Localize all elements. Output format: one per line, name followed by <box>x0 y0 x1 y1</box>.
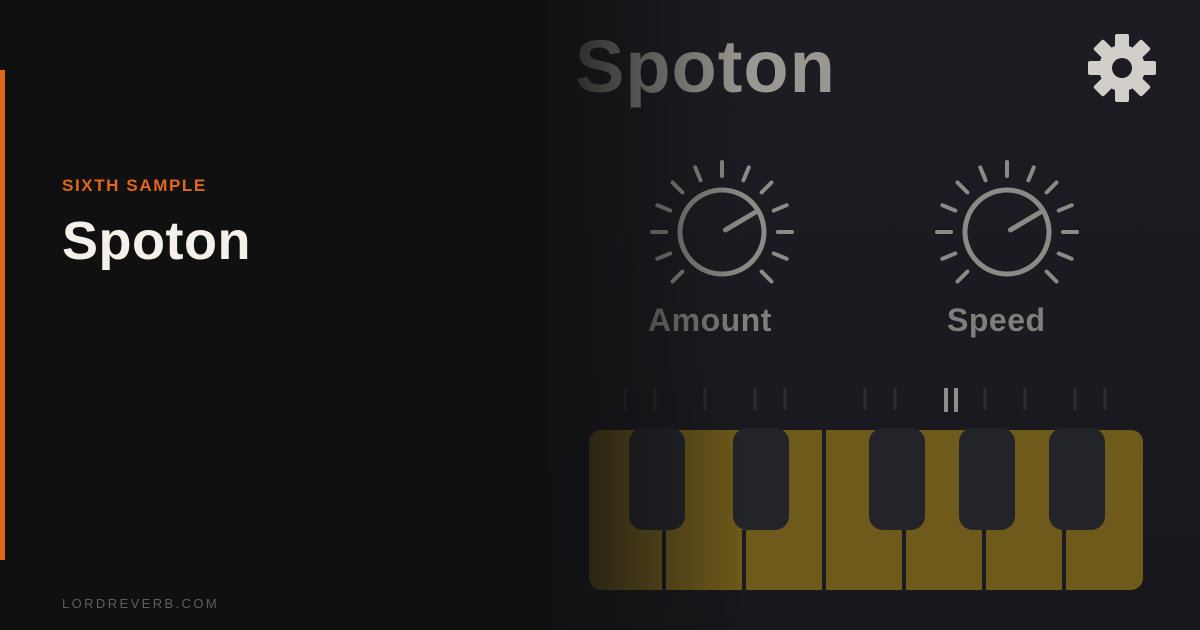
active-key-marker <box>944 388 958 412</box>
knob-tick <box>771 251 789 261</box>
promo-panel: SIXTH SAMPLE Spoton LORDREVERB.COM <box>0 0 560 630</box>
knob-tick <box>1026 165 1036 183</box>
gear-icon[interactable] <box>1086 32 1158 104</box>
key-indicator-row <box>623 388 1107 410</box>
site-label: LORDREVERB.COM <box>62 596 220 611</box>
knob-tick <box>771 203 789 213</box>
knob-tick <box>1044 180 1059 195</box>
amount-knob[interactable] <box>642 152 802 312</box>
knob-tick <box>955 180 970 195</box>
plugin-title: Spoton <box>575 25 836 108</box>
piano-keyboard[interactable] <box>585 380 1145 600</box>
knob-tick <box>741 165 751 183</box>
speed-knob[interactable] <box>927 152 1087 312</box>
knob-pointer <box>1007 210 1043 233</box>
knob-tick <box>693 165 703 183</box>
knob-tick <box>759 269 774 284</box>
knob-tick <box>940 203 958 213</box>
knob-tick <box>670 180 685 195</box>
product-title: Spoton <box>62 211 251 271</box>
knob-tick <box>1056 251 1074 261</box>
knob-tick <box>1056 203 1074 213</box>
plugin-window: Spoton Amount Speed <box>545 0 1200 630</box>
accent-bar <box>0 70 5 560</box>
knob-tick <box>940 251 958 261</box>
knob-pointer <box>722 210 758 233</box>
amount-knob-label: Amount <box>648 302 772 338</box>
knob-tick <box>1044 269 1059 284</box>
knob-tick <box>655 251 673 261</box>
speed-knob-label: Speed <box>947 302 1046 338</box>
brand-label: SIXTH SAMPLE <box>62 176 207 195</box>
knob-tick <box>978 165 988 183</box>
knob-tick <box>955 269 970 284</box>
knob-tick <box>655 203 673 213</box>
knob-tick <box>759 180 774 195</box>
knob-tick <box>670 269 685 284</box>
